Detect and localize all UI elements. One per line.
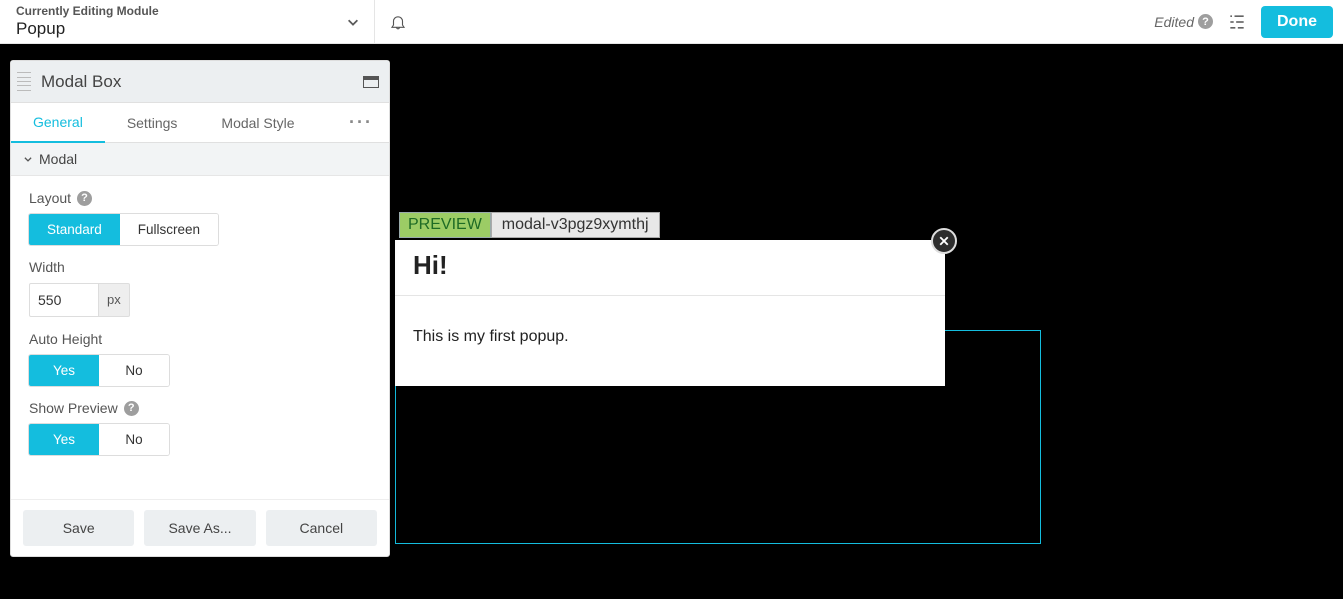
structure-icon[interactable] [1227,12,1247,32]
tab-modal-style[interactable]: Modal Style [199,103,316,142]
show-preview-yes-button[interactable]: Yes [29,424,99,455]
module-name: Popup [16,19,159,39]
preview-badge: PREVIEW [399,212,491,238]
auto-height-toggle: Yes No [29,355,169,386]
module-picker[interactable]: Currently Editing Module Popup [0,0,375,43]
help-icon[interactable]: ? [1198,14,1213,29]
help-icon[interactable]: ? [77,191,92,206]
width-unit: px [99,283,130,317]
help-icon[interactable]: ? [124,401,139,416]
layout-toggle: Standard Fullscreen [29,214,218,245]
chevron-down-icon [346,15,360,29]
panel-tabs: General Settings Modal Style ··· [11,103,389,143]
close-icon [938,235,950,247]
edited-indicator: Edited ? [1154,14,1213,30]
edited-label: Edited [1154,14,1194,30]
show-preview-no-button[interactable]: No [99,424,169,455]
layout-fullscreen-button[interactable]: Fullscreen [120,214,218,245]
top-bar: Currently Editing Module Popup Edited ? … [0,0,1343,44]
preview-badge-row: PREVIEW modal-v3pgz9xymthj [399,212,660,238]
modal-body-text: This is my first popup. [395,296,945,386]
width-label: Width [29,259,65,275]
show-preview-toggle: Yes No [29,424,169,455]
layout-standard-button[interactable]: Standard [29,214,120,245]
save-button[interactable]: Save [23,510,134,546]
section-modal-label: Modal [39,151,77,167]
auto-height-label: Auto Height [29,331,102,347]
panel-body[interactable]: Modal Layout ? Standard Fullscreen Width [11,143,389,499]
tab-overflow-button[interactable]: ··· [333,112,389,133]
currently-editing-label: Currently Editing Module [16,5,159,19]
tab-settings[interactable]: Settings [105,103,200,142]
chevron-down-icon [23,154,33,164]
save-as-button[interactable]: Save As... [144,510,255,546]
width-input[interactable] [29,283,99,317]
notifications-icon[interactable] [389,13,407,31]
properties-panel: Modal Box General Settings Modal Style ·… [10,60,390,557]
cancel-button[interactable]: Cancel [266,510,377,546]
modal-close-button[interactable] [931,228,957,254]
drag-handle-icon[interactable] [17,71,31,93]
done-button[interactable]: Done [1261,6,1333,38]
modal-preview[interactable]: Hi! This is my first popup. [395,240,945,386]
panel-header[interactable]: Modal Box [11,61,389,103]
show-preview-label: Show Preview [29,400,118,416]
auto-height-no-button[interactable]: No [99,355,169,386]
auto-height-yes-button[interactable]: Yes [29,355,99,386]
section-modal-header[interactable]: Modal [11,143,389,176]
layout-label: Layout [29,190,71,206]
modal-id-badge: modal-v3pgz9xymthj [491,212,660,238]
tab-general[interactable]: General [11,104,105,143]
panel-title: Modal Box [41,72,121,92]
modal-heading: Hi! [413,250,927,281]
window-icon[interactable] [363,76,379,88]
panel-footer: Save Save As... Cancel [11,499,389,556]
